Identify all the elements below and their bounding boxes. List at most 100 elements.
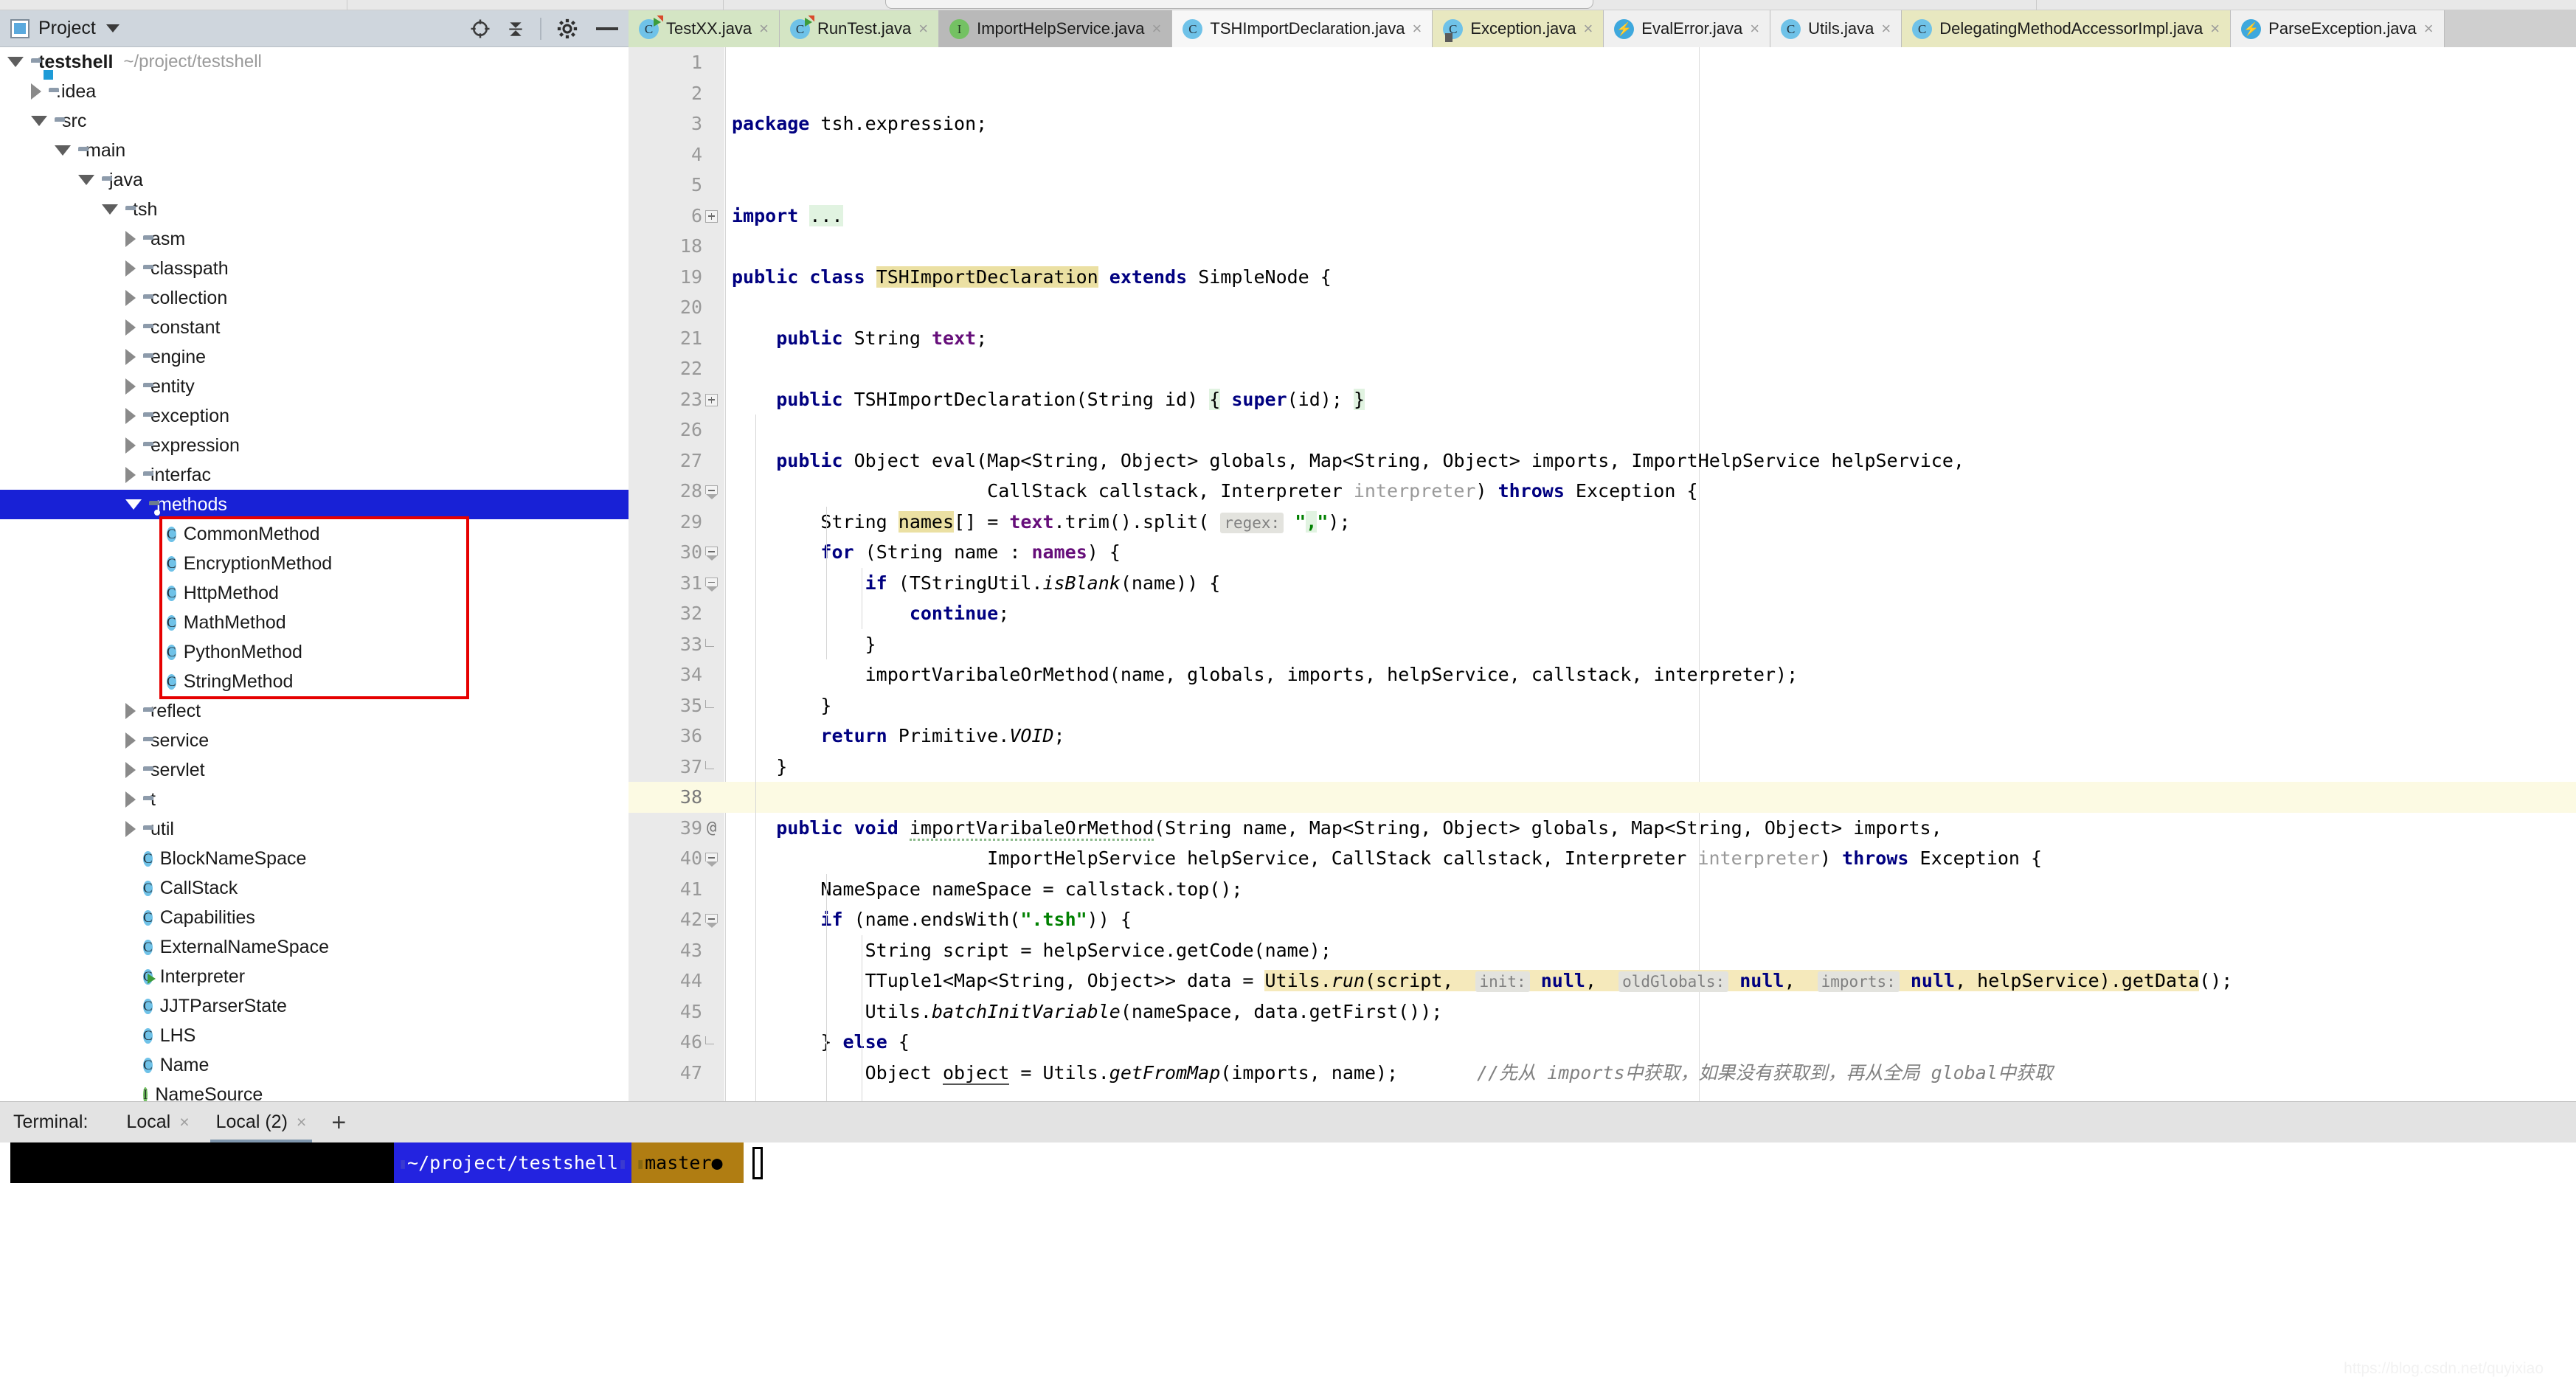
- code-fold-end-icon[interactable]: [705, 760, 714, 769]
- editor-tab-importhelpservice[interactable]: I ImportHelpService.java ×: [939, 10, 1173, 47]
- code-line-39[interactable]: 39 @ public void importVaribaleOrMethod(S…: [629, 813, 2576, 844]
- code-fold-plus-icon[interactable]: [705, 393, 718, 406]
- code-line-42[interactable]: 42 if (name.endsWith(".tsh")) {: [629, 904, 2576, 935]
- tree-row-httpmethod[interactable]: C HttpMethod: [0, 578, 629, 608]
- chevron-open-icon[interactable]: [78, 175, 94, 185]
- editor-tab-runtest[interactable]: C RunTest.java ×: [780, 10, 940, 47]
- tree-row-classpath[interactable]: classpath: [0, 254, 629, 283]
- editor-tab-parseexception[interactable]: ⚡ ParseException.java ×: [2231, 10, 2445, 47]
- add-terminal-tab-button[interactable]: +: [331, 1110, 346, 1135]
- tree-row-callstack[interactable]: C CallStack: [0, 873, 629, 903]
- tree-row-util[interactable]: util: [0, 814, 629, 844]
- chevron-closed-icon[interactable]: [125, 821, 136, 837]
- tree-row-exception[interactable]: exception: [0, 401, 629, 431]
- editor-tab-exception[interactable]: C Exception.java ×: [1433, 10, 1604, 47]
- code-fold-top-icon[interactable]: [705, 547, 718, 561]
- chevron-closed-icon[interactable]: [125, 290, 136, 306]
- editor-tab-delegatingmethodaccessorimpl[interactable]: C DelegatingMethodAccessorImpl.java ×: [1902, 10, 2232, 47]
- code-line-2[interactable]: 2: [629, 78, 2576, 109]
- tree-row-service[interactable]: service: [0, 726, 629, 755]
- code-line-33[interactable]: 33 }: [629, 629, 2576, 660]
- code-line-27[interactable]: 27 public Object eval(Map<String, Object…: [629, 445, 2576, 476]
- close-icon[interactable]: ×: [179, 1112, 189, 1132]
- code-lines[interactable]: 1 2 3 package tsh.expression; 4 5 6 import ... 1…: [629, 47, 2576, 1101]
- code-fold-top-icon[interactable]: [705, 914, 718, 928]
- chevron-closed-icon[interactable]: [125, 791, 136, 808]
- close-icon[interactable]: ×: [1881, 19, 1891, 38]
- close-icon[interactable]: ×: [918, 19, 928, 38]
- tree-row-t[interactable]: t: [0, 785, 629, 814]
- tree-row-namesource[interactable]: I NameSource: [0, 1080, 629, 1101]
- close-icon[interactable]: ×: [1750, 19, 1759, 38]
- tree-row-servlet[interactable]: servlet: [0, 755, 629, 785]
- tree-row-testshell[interactable]: testshell ~/project/testshell: [0, 47, 629, 77]
- code-line-30[interactable]: 30 for (String name : names) {: [629, 537, 2576, 568]
- code-fold-end-icon[interactable]: [705, 638, 714, 647]
- code-line-26[interactable]: 26: [629, 415, 2576, 445]
- tree-row-entity[interactable]: entity: [0, 372, 629, 401]
- code-line-28[interactable]: 28 CallStack callstack, Interpreter inte…: [629, 476, 2576, 507]
- editor-tab-utils[interactable]: C Utils.java ×: [1770, 10, 1902, 47]
- code-editor[interactable]: 1 2 3 package tsh.expression; 4 5 6 import ... 1…: [629, 47, 2576, 1101]
- tree-row-reflect[interactable]: reflect: [0, 696, 629, 726]
- tree-row-mathmethod[interactable]: C MathMethod: [0, 608, 629, 637]
- close-icon[interactable]: ×: [1583, 19, 1593, 38]
- chevron-down-icon[interactable]: [105, 24, 120, 32]
- editor-tab-testxx[interactable]: C TestXX.java ×: [629, 10, 780, 47]
- tree-row-engine[interactable]: engine: [0, 342, 629, 372]
- terminal-tab-local-2[interactable]: Local (2) ×: [203, 1102, 320, 1143]
- code-fold-plus-icon[interactable]: [705, 209, 718, 223]
- code-line-20[interactable]: 20: [629, 292, 2576, 323]
- tree-row-tsh[interactable]: tsh: [0, 195, 629, 224]
- code-line-44[interactable]: 44 TTuple1<Map<String, Object>> data = U…: [629, 965, 2576, 996]
- chevron-closed-icon[interactable]: [125, 408, 136, 424]
- code-line-5[interactable]: 5: [629, 170, 2576, 201]
- code-line-40[interactable]: 40 ImportHelpService helpService, CallSt…: [629, 843, 2576, 874]
- tree-row-main[interactable]: main: [0, 136, 629, 165]
- code-line-32[interactable]: 32 continue;: [629, 598, 2576, 629]
- tree-row-interfac[interactable]: interfac: [0, 460, 629, 490]
- chevron-open-icon[interactable]: [7, 57, 24, 67]
- code-line-37[interactable]: 37 }: [629, 752, 2576, 783]
- code-line-1[interactable]: 1: [629, 47, 2576, 78]
- code-fold-top-icon[interactable]: [705, 577, 718, 592]
- code-line-6[interactable]: 6 import ...: [629, 201, 2576, 232]
- tree-row-java[interactable]: java: [0, 165, 629, 195]
- code-line-23[interactable]: 23 public TSHImportDeclaration(String id…: [629, 384, 2576, 415]
- chevron-closed-icon[interactable]: [125, 260, 136, 277]
- tree-row-commonmethod[interactable]: C CommonMethod: [0, 519, 629, 549]
- close-icon[interactable]: ×: [297, 1112, 306, 1132]
- code-line-35[interactable]: 35 }: [629, 690, 2576, 721]
- tree-row-stringmethod[interactable]: C StringMethod: [0, 667, 629, 696]
- chevron-closed-icon[interactable]: [125, 467, 136, 483]
- code-fold-end-icon[interactable]: [705, 1036, 714, 1044]
- close-icon[interactable]: ×: [2424, 19, 2434, 38]
- chevron-closed-icon[interactable]: [125, 762, 136, 778]
- locate-icon[interactable]: [469, 18, 491, 40]
- collapse-all-icon[interactable]: [506, 18, 525, 40]
- code-line-21[interactable]: 21 public String text;: [629, 323, 2576, 354]
- code-line-38[interactable]: 38: [629, 782, 2576, 813]
- chevron-closed-icon[interactable]: [125, 437, 136, 454]
- code-line-46[interactable]: 46 } else {: [629, 1027, 2576, 1058]
- code-line-31[interactable]: 31 if (TStringUtil.isBlank(name)) {: [629, 568, 2576, 599]
- close-icon[interactable]: ×: [1152, 19, 1162, 38]
- code-line-47[interactable]: 47 Object object = Utils.getFromMap(impo…: [629, 1058, 2576, 1089]
- gear-icon[interactable]: [556, 18, 578, 40]
- code-line-4[interactable]: 4: [629, 139, 2576, 170]
- chevron-open-icon[interactable]: [102, 204, 118, 215]
- tree-row-capabilities[interactable]: C Capabilities: [0, 903, 629, 932]
- chevron-open-icon[interactable]: [125, 499, 142, 510]
- chevron-open-icon[interactable]: [55, 145, 71, 156]
- tree-row-asm[interactable]: asm: [0, 224, 629, 254]
- tree-row-expression[interactable]: expression: [0, 431, 629, 460]
- hide-icon[interactable]: [596, 27, 618, 30]
- code-line-19[interactable]: 19 public class TSHImportDeclaration exte…: [629, 262, 2576, 293]
- chevron-closed-icon[interactable]: [125, 319, 136, 336]
- editor-tab-bar[interactable]: C TestXX.java × C RunTest.java × I ImportHelpSe…: [629, 10, 2576, 47]
- tree-row-pythonmethod[interactable]: C PythonMethod: [0, 637, 629, 667]
- tree-row-collection[interactable]: collection: [0, 283, 629, 313]
- tree-row-interpreter[interactable]: C Interpreter: [0, 962, 629, 991]
- close-icon[interactable]: ×: [759, 19, 769, 38]
- chevron-open-icon[interactable]: [31, 116, 47, 126]
